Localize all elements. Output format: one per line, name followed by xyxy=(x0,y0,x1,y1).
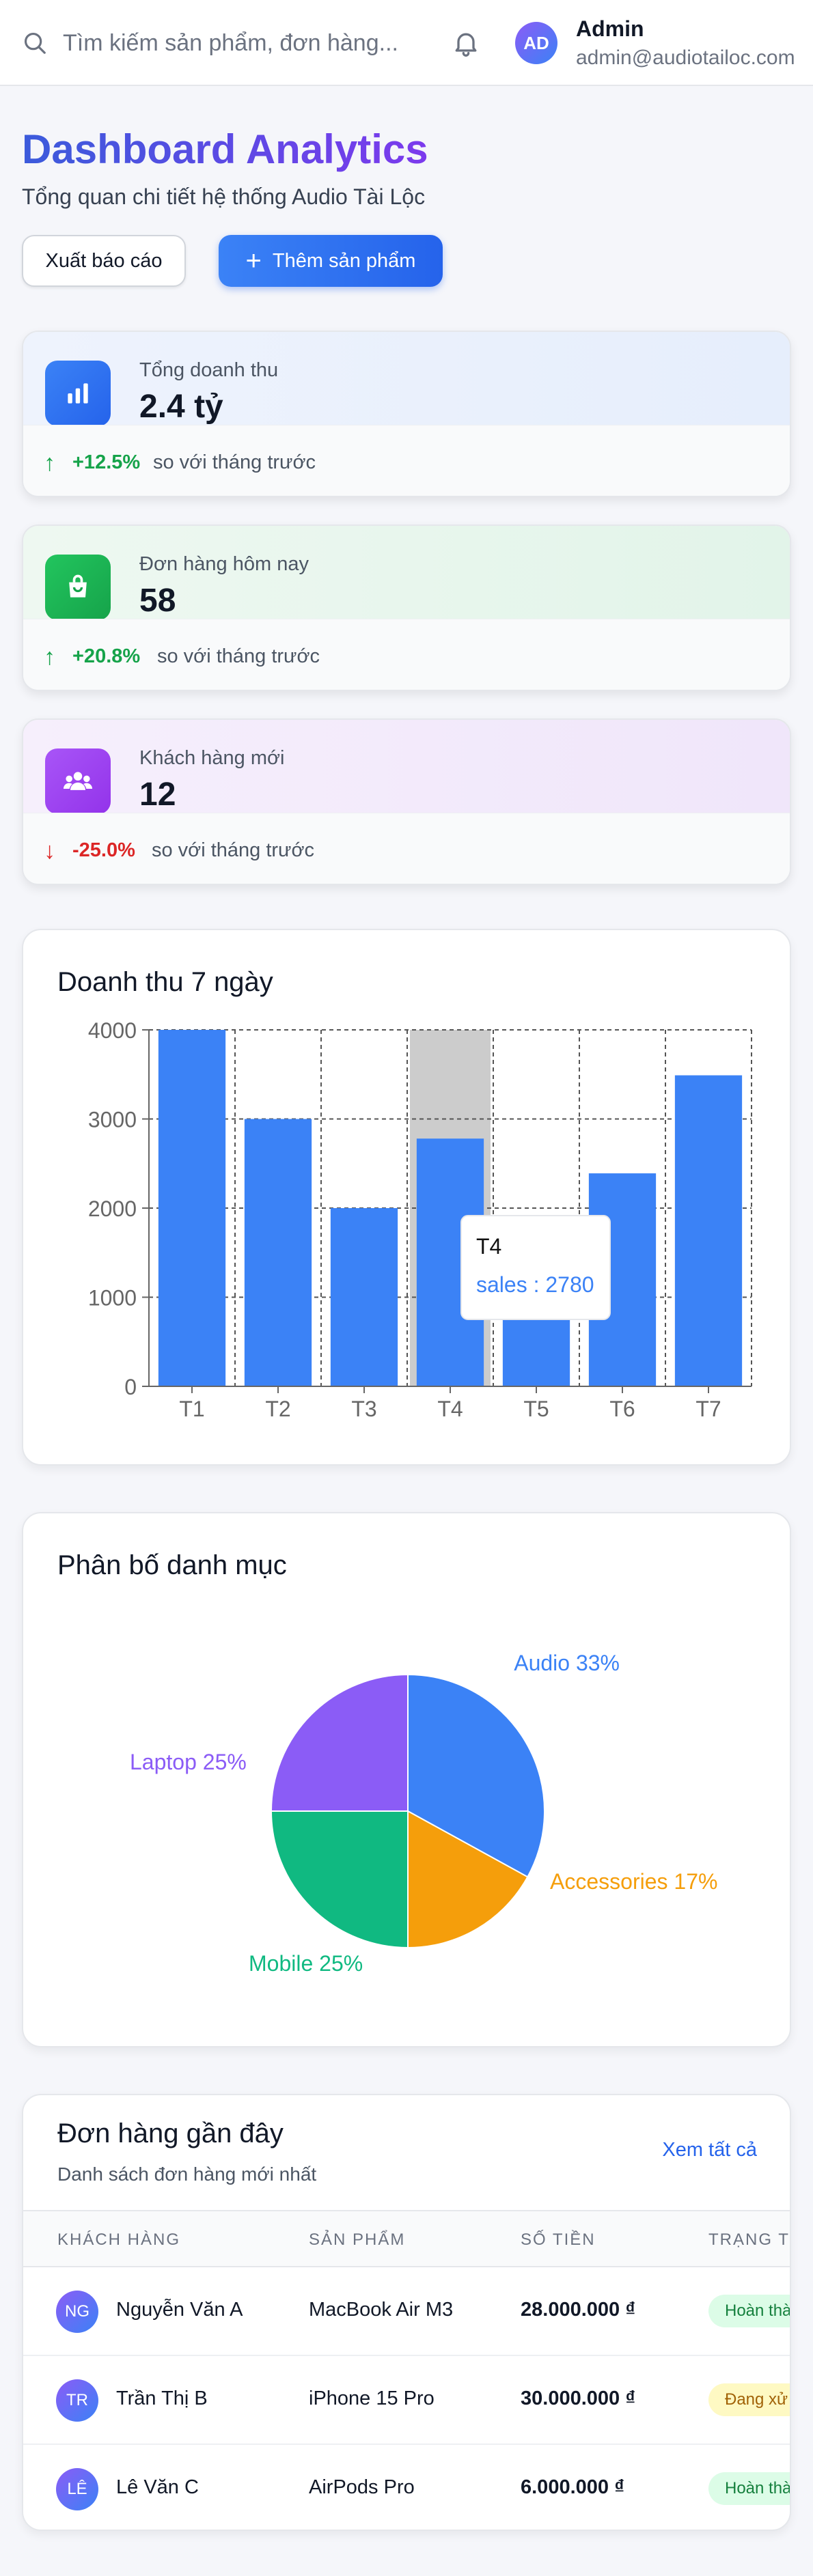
bar-T3 xyxy=(330,1208,398,1386)
arrow-down-icon: ↓ xyxy=(44,838,55,864)
order-amount: 28.000.000 ₫ xyxy=(521,2299,636,2321)
x-tick-label: T1 xyxy=(179,1397,204,1421)
avatar: NG xyxy=(56,2291,98,2333)
stat-label: Đơn hàng hôm nay xyxy=(139,553,309,575)
stat-change: +20.8% xyxy=(72,645,141,667)
add-product-label: Thêm sản phẩm xyxy=(272,249,416,272)
y-tick-label: 3000 xyxy=(88,1108,137,1132)
x-tick-label: T3 xyxy=(351,1397,376,1421)
column-header-amount[interactable]: SỐ TIỀN xyxy=(521,2230,596,2250)
y-tick-label: 4000 xyxy=(88,1018,137,1043)
arrow-up-icon: ↑ xyxy=(44,450,55,476)
stat-compare: so với tháng trước xyxy=(153,451,316,473)
stat-card-customers: Khách hàng mới 12 ↓ -25.0% so với tháng … xyxy=(22,718,791,885)
shopping-bag-icon xyxy=(45,555,111,620)
user-avatar[interactable]: AD xyxy=(515,22,557,64)
arrow-up-icon: ↑ xyxy=(44,644,55,670)
x-tick-label: T6 xyxy=(609,1397,635,1421)
chart-tooltip: T4 sales : 2780 xyxy=(460,1215,611,1320)
bar-T2 xyxy=(244,1119,312,1386)
tooltip-title: T4 xyxy=(476,1234,501,1259)
product-name: iPhone 15 Pro xyxy=(309,2388,435,2409)
status-badge: Hoàn thành xyxy=(708,2472,790,2505)
stat-card-header xyxy=(23,720,790,813)
y-tick-label: 2000 xyxy=(88,1196,137,1221)
user-email: admin@audiotailoc.com xyxy=(576,46,795,69)
avatar: TR xyxy=(56,2379,98,2422)
orders-subtitle: Danh sách đơn hàng mới nhất xyxy=(57,2164,317,2185)
top-bar: AD Admin admin@audiotailoc.com xyxy=(0,0,813,86)
category-pie-chart: Audio 33% Accessories 17% Mobile 25% Laptop… xyxy=(130,1651,717,1976)
user-name: Admin xyxy=(576,16,644,41)
stat-footer: ↑ +12.5% so với tháng trước xyxy=(23,425,790,496)
stat-value: 2.4 tỷ xyxy=(139,389,223,425)
bell-icon[interactable] xyxy=(451,27,481,59)
stat-label: Khách hàng mới xyxy=(139,747,285,769)
status-badge: Đang xử lý xyxy=(708,2383,790,2416)
column-header-customer[interactable]: KHÁCH HÀNG xyxy=(57,2230,180,2250)
page-subtitle: Tổng quan chi tiết hệ thống Audio Tài Lộ… xyxy=(22,184,426,209)
search-icon xyxy=(24,32,46,54)
bar-chart-icon xyxy=(45,361,111,426)
revenue-bar-chart: 0 1000 2000 3000 4000 T1 T2 T3 T4 T5 T6 T7 T4 sales :… xyxy=(88,1018,752,1421)
bar-T7 xyxy=(674,1075,743,1386)
tooltip-box xyxy=(460,1215,611,1320)
column-header-product[interactable]: SẢN PHẨM xyxy=(309,2230,405,2250)
status-badge: Hoàn thành xyxy=(708,2295,790,2327)
stat-value: 58 xyxy=(139,583,176,619)
revenue-chart-panel: Doanh thu 7 ngày 0 1000 2000 3000 4000 T1 T2 T3… xyxy=(22,929,791,1466)
stat-card-orders: Đơn hàng hôm nay 58 ↑ +20.8% so với thán… xyxy=(22,524,791,691)
category-chart-panel: Phân bố danh mục Audio 33% Accessories 17… xyxy=(22,1512,791,2047)
x-tick-label: T2 xyxy=(265,1397,290,1421)
y-tick-label: 0 xyxy=(124,1375,137,1399)
table-row[interactable]: NG Nguyễn Văn A MacBook Air M3 28.000.00… xyxy=(23,2267,790,2356)
stat-footer: ↓ -25.0% so với tháng trước xyxy=(23,813,790,884)
export-report-button[interactable]: Xuất báo cáo xyxy=(22,235,186,287)
pie-label: Accessories 17% xyxy=(550,1869,717,1894)
search-input[interactable] xyxy=(63,26,418,60)
users-icon xyxy=(45,748,111,814)
table-row[interactable]: TR Trần Thị B iPhone 15 Pro 30.000.000 ₫… xyxy=(23,2356,790,2445)
stat-value: 12 xyxy=(139,776,176,813)
product-name: AirPods Pro xyxy=(309,2476,415,2498)
tooltip-value: sales : 2780 xyxy=(476,1272,594,1297)
plus-icon: + xyxy=(245,246,262,276)
y-tick-label: 1000 xyxy=(88,1286,137,1311)
table-row[interactable]: LÊ Lê Văn C AirPods Pro 6.000.000 ₫ Hoàn… xyxy=(23,2445,790,2530)
customer-name: Lê Văn C xyxy=(116,2476,199,2498)
stat-card-header xyxy=(23,526,790,619)
customer-name: Nguyễn Văn A xyxy=(116,2299,243,2321)
bar-T1 xyxy=(158,1030,226,1386)
product-name: MacBook Air M3 xyxy=(309,2299,454,2321)
stat-card-header xyxy=(23,332,790,425)
table-header: KHÁCH HÀNG SẢN PHẨM SỐ TIỀN TRẠNG THÁI xyxy=(23,2210,790,2267)
pie-label: Laptop 25% xyxy=(130,1750,247,1774)
pie-slice-3 xyxy=(270,1673,409,1812)
add-product-button[interactable]: + Thêm sản phẩm xyxy=(219,235,443,287)
order-amount: 30.000.000 ₫ xyxy=(521,2388,636,2409)
stat-compare: so với tháng trước xyxy=(152,839,314,861)
x-tick-label: T7 xyxy=(695,1397,721,1421)
stat-footer: ↑ +20.8% so với tháng trước xyxy=(23,619,790,690)
avatar: LÊ xyxy=(56,2468,98,2510)
x-tick-label: T5 xyxy=(523,1397,549,1421)
stat-change: +12.5% xyxy=(72,451,141,473)
stat-compare: so với tháng trước xyxy=(157,645,320,667)
column-header-status[interactable]: TRẠNG THÁI xyxy=(708,2230,790,2250)
customer-name: Trần Thị B xyxy=(116,2388,208,2409)
pie-label: Mobile 25% xyxy=(249,1951,363,1976)
recent-orders-panel: Đơn hàng gần đây Danh sách đơn hàng mới … xyxy=(22,2094,791,2531)
order-amount: 6.000.000 ₫ xyxy=(521,2476,624,2498)
stat-card-revenue: Tổng doanh thu 2.4 tỷ ↑ +12.5% so với th… xyxy=(22,331,791,497)
orders-title: Đơn hàng gần đây xyxy=(57,2118,284,2148)
stat-change: -25.0% xyxy=(72,839,135,861)
x-tick-label: T4 xyxy=(437,1397,463,1421)
page-title: Dashboard Analytics xyxy=(22,126,428,172)
stat-label: Tổng doanh thu xyxy=(139,359,279,381)
view-all-link[interactable]: Xem tất cả xyxy=(662,2139,757,2161)
pie-slice-2 xyxy=(270,1810,409,1949)
pie-label: Audio 33% xyxy=(514,1651,620,1675)
